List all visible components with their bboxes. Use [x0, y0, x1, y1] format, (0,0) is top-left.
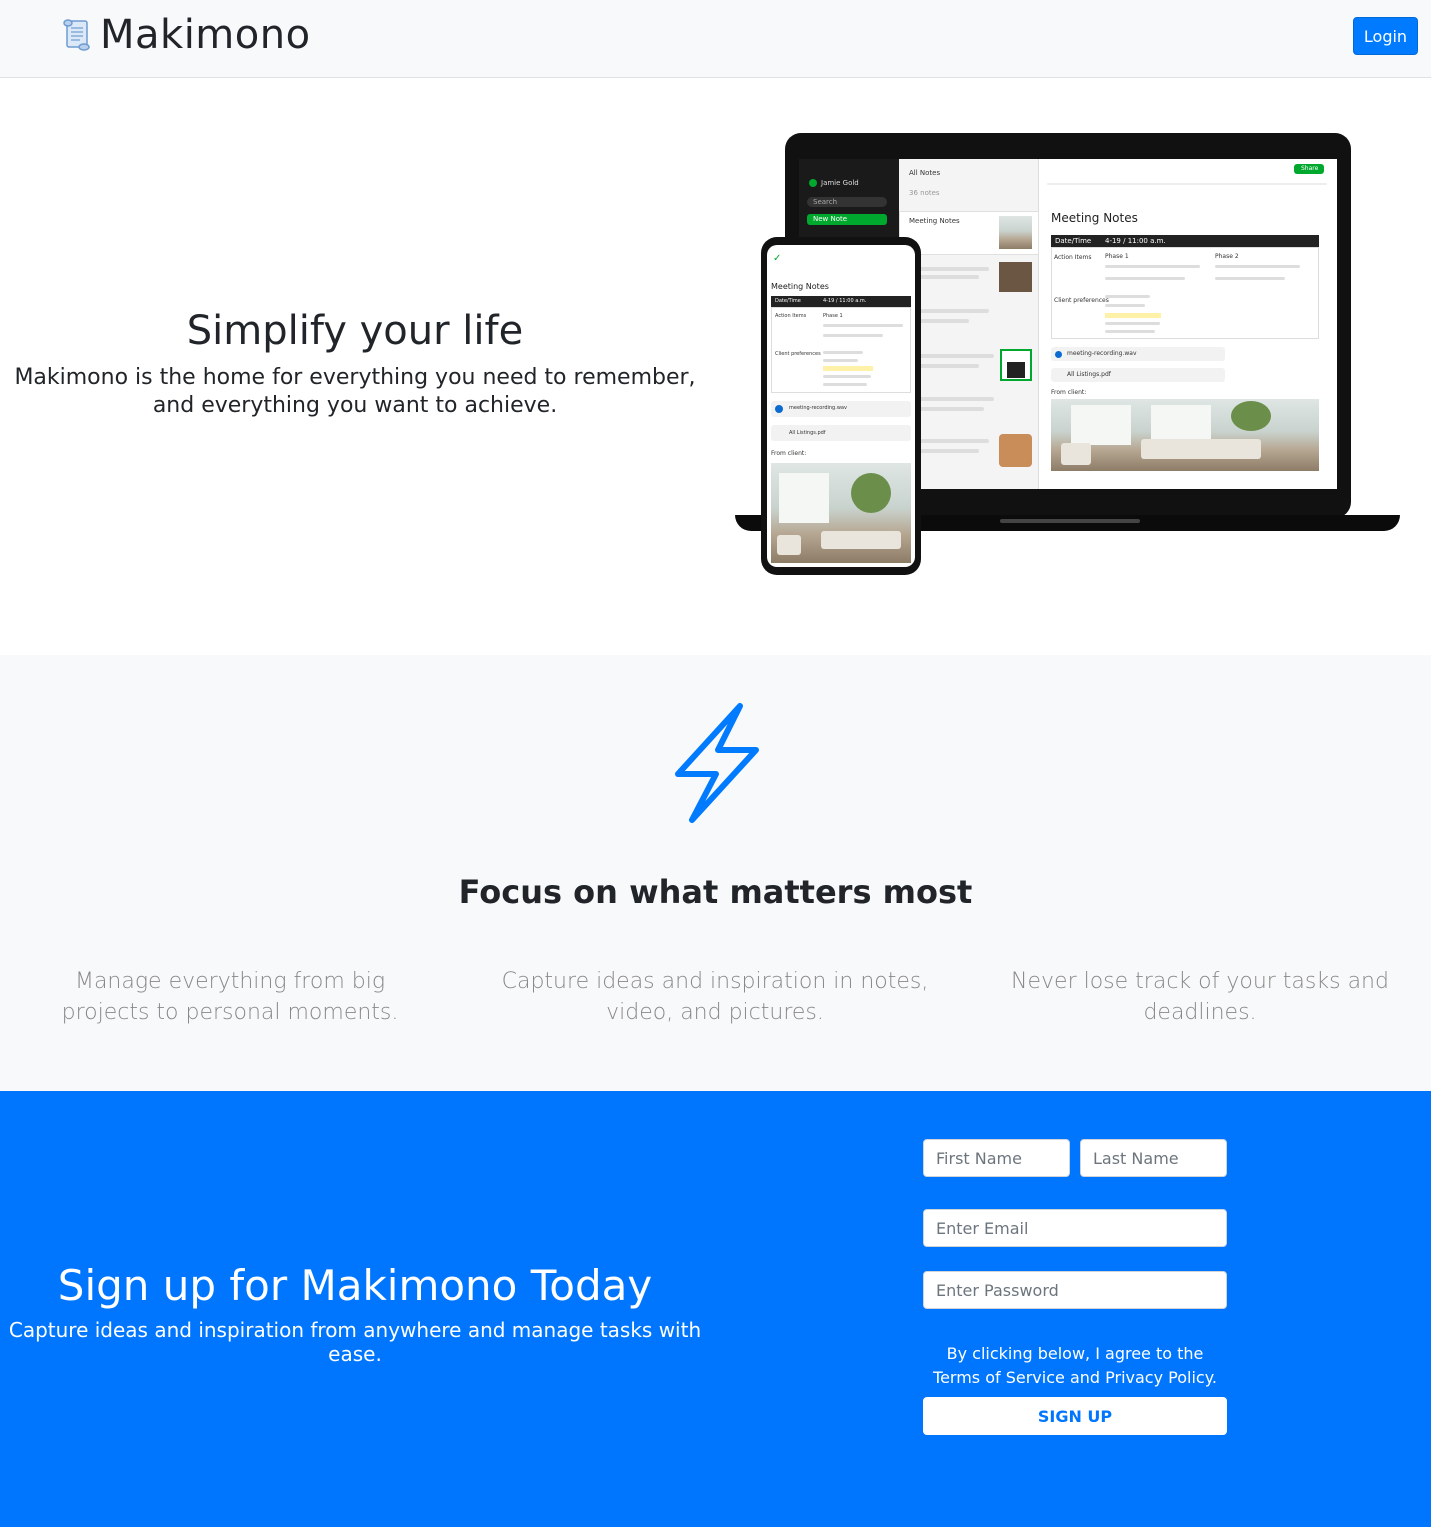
last-name-input[interactable] [1080, 1139, 1227, 1177]
hero-text: Simplify your life Makimono is the home … [0, 308, 710, 420]
feature-text-projects: Manage everything from big projects to p… [61, 969, 399, 1025]
phone-mockup: ✓ Meeting Notes Date/Time 4-19 / 11:00 a… [761, 237, 921, 575]
feature-text-capture: Capture ideas and inspiration in notes, … [501, 969, 929, 1025]
signup-subtitle: Capture ideas and inspiration from anywh… [8, 1318, 702, 1366]
check-icon: ✓ [773, 253, 782, 264]
devices-mockup-image: Jamie Gold Search New Note All Notes 36 … [735, 133, 1415, 603]
sign-up-button[interactable]: SIGN UP [923, 1397, 1227, 1435]
mockup-note-editor: Share Meeting Notes Date/Time 4-19 / 11:… [1039, 159, 1337, 489]
login-button[interactable]: Login [1353, 17, 1418, 55]
lightning-icon [675, 703, 759, 823]
hero-title: Simplify your life [186, 308, 524, 354]
hero-section: Simplify your life Makimono is the home … [0, 78, 1431, 655]
terms-text: By clicking below, I agree to the Terms … [933, 1344, 1217, 1387]
signup-text: Sign up for Makimono Today Capture ideas… [0, 1261, 710, 1366]
signup-title: Sign up for Makimono Today [57, 1261, 653, 1310]
email-input[interactable] [923, 1209, 1227, 1247]
password-input[interactable] [923, 1271, 1227, 1309]
scroll-icon [63, 19, 90, 51]
hero-subtitle: Makimono is the home for everything you … [14, 365, 696, 418]
navbar: Makimono Login [0, 0, 1431, 78]
feature-text-tasks: Never lose track of your tasks and deadl… [1011, 969, 1389, 1025]
first-name-input[interactable] [923, 1139, 1070, 1177]
features-title: Focus on what matters most [458, 873, 973, 911]
brand[interactable]: Makimono [60, 12, 311, 58]
laptop-hinge [1000, 519, 1140, 523]
brand-name: Makimono [100, 12, 311, 58]
signup-section: Sign up for Makimono Today Capture ideas… [0, 1091, 1431, 1527]
features-section: Focus on what matters most Manage everyt… [0, 655, 1431, 1091]
